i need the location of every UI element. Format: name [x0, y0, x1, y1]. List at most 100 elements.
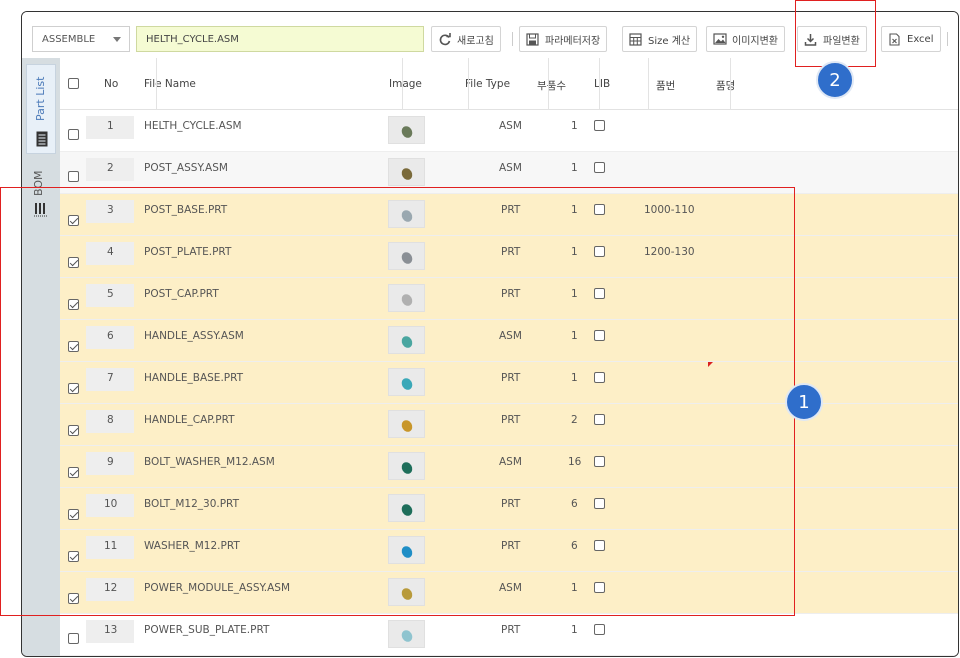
table-row[interactable]: 2 POST_ASSY.ASM ASM 1	[60, 152, 958, 194]
part-list-grid: No File Name Image File Type 부품수 LIB 품번 …	[60, 58, 958, 656]
column-divider	[156, 58, 157, 110]
row-checkbox[interactable]	[68, 633, 79, 644]
row-number: 4	[107, 246, 114, 258]
table-row[interactable]: 6 HANDLE_ASSY.ASM ASM 1	[60, 320, 958, 362]
image-convert-button[interactable]: 이미지변환	[706, 26, 785, 52]
bom-icon	[34, 202, 48, 221]
row-checkbox[interactable]	[68, 467, 79, 478]
excel-button[interactable]: Excel	[881, 26, 941, 52]
type-select[interactable]: ASSEMBLE	[32, 26, 130, 52]
lib-checkbox[interactable]	[594, 120, 605, 131]
table-row[interactable]: 1 HELTH_CYCLE.ASM ASM 1	[60, 110, 958, 152]
table-row[interactable]: 8 HANDLE_CAP.PRT PRT 2	[60, 404, 958, 446]
lib-checkbox[interactable]	[594, 624, 605, 635]
file-type: ASM	[499, 582, 522, 594]
tab-part-list-label: Part List	[34, 76, 47, 121]
part-thumbnail-image[interactable]	[388, 116, 425, 144]
row-checkbox[interactable]	[68, 509, 79, 520]
file-name: WASHER_M12.PRT	[144, 540, 240, 552]
part-thumbnail-image[interactable]	[388, 536, 425, 564]
file-type: ASM	[499, 162, 522, 174]
lib-checkbox[interactable]	[594, 246, 605, 257]
file-name: POST_BASE.PRT	[144, 204, 228, 216]
row-checkbox[interactable]	[68, 593, 79, 604]
lib-checkbox[interactable]	[594, 372, 605, 383]
table-row[interactable]: 3 POST_BASE.PRT PRT 1 1000-110	[60, 194, 958, 236]
part-thumbnail-image[interactable]	[388, 410, 425, 438]
lib-checkbox[interactable]	[594, 288, 605, 299]
col-image[interactable]: Image	[389, 78, 422, 90]
size-calc-button[interactable]: Size 계산	[622, 26, 698, 52]
table-row[interactable]: 12 POWER_MODULE_ASSY.ASM ASM 1	[60, 572, 958, 614]
col-lib[interactable]: LIB	[594, 78, 610, 90]
row-checkbox[interactable]	[68, 257, 79, 268]
part-thumbnail-image[interactable]	[388, 158, 425, 186]
select-all-checkbox[interactable]	[68, 78, 79, 89]
lib-checkbox[interactable]	[594, 414, 605, 425]
table-row[interactable]: 10 BOLT_M12_30.PRT PRT 6	[60, 488, 958, 530]
lib-checkbox[interactable]	[594, 330, 605, 341]
row-checkbox[interactable]	[68, 129, 79, 140]
table-row[interactable]: 4 POST_PLATE.PRT PRT 1 1200-130	[60, 236, 958, 278]
col-part-no[interactable]: 품번	[656, 78, 675, 93]
table-row[interactable]: 7 HANDLE_BASE.PRT PRT 1	[60, 362, 958, 404]
row-number: 13	[104, 624, 118, 636]
row-checkbox[interactable]	[68, 551, 79, 562]
row-number: 5	[107, 288, 114, 300]
save-params-button[interactable]: 파라메터저장	[519, 26, 608, 52]
col-part-name[interactable]: 품명	[716, 78, 735, 93]
row-checkbox[interactable]	[68, 215, 79, 226]
row-checkbox[interactable]	[68, 171, 79, 182]
table-row[interactable]: 5 POST_CAP.PRT PRT 1	[60, 278, 958, 320]
col-no[interactable]: No	[104, 78, 118, 90]
file-type: PRT	[501, 372, 521, 384]
table-row[interactable]: 9 BOLT_WASHER_M12.ASM ASM 16	[60, 446, 958, 488]
image-convert-label: 이미지변환	[732, 35, 778, 47]
file-name: POST_CAP.PRT	[144, 288, 219, 300]
lib-checkbox[interactable]	[594, 204, 605, 215]
col-qty[interactable]: 부품수	[537, 78, 566, 93]
part-thumbnail-image[interactable]	[388, 494, 425, 522]
file-type: PRT	[501, 540, 521, 552]
lib-checkbox[interactable]	[594, 162, 605, 173]
part-thumbnail-image[interactable]	[388, 242, 425, 270]
row-checkbox[interactable]	[68, 383, 79, 394]
part-count: 1	[571, 624, 578, 636]
part-thumbnail-image[interactable]	[388, 326, 425, 354]
part-count: 1	[571, 582, 578, 594]
part-thumbnail-image[interactable]	[388, 620, 425, 648]
part-thumbnail-image[interactable]	[388, 368, 425, 396]
row-number: 10	[104, 498, 118, 510]
file-type: PRT	[501, 288, 521, 300]
tab-bom[interactable]: BOM	[26, 162, 56, 232]
column-divider	[648, 58, 649, 110]
lib-checkbox[interactable]	[594, 456, 605, 467]
table-row[interactable]: 13 POWER_SUB_PLATE.PRT PRT 1	[60, 614, 958, 656]
part-thumbnail-image[interactable]	[388, 578, 425, 606]
part-thumbnail-image[interactable]	[388, 200, 425, 228]
tab-part-list[interactable]: Part List	[26, 64, 56, 154]
refresh-button[interactable]: 새로고침	[431, 26, 501, 52]
lib-checkbox[interactable]	[594, 540, 605, 551]
row-checkbox[interactable]	[68, 425, 79, 436]
part-count: 1	[571, 120, 578, 132]
column-divider	[468, 58, 469, 110]
refresh-label: 새로고침	[457, 35, 494, 47]
part-count: 6	[571, 540, 578, 552]
filename-input[interactable]	[136, 26, 424, 52]
refresh-icon	[438, 32, 452, 46]
col-file-type[interactable]: File Type	[465, 78, 510, 90]
table-row[interactable]: 11 WASHER_M12.PRT PRT 6	[60, 530, 958, 572]
file-convert-button[interactable]: 파일변환	[797, 26, 867, 52]
lib-checkbox[interactable]	[594, 498, 605, 509]
part-thumbnail-image[interactable]	[388, 452, 425, 480]
row-checkbox[interactable]	[68, 299, 79, 310]
lib-checkbox[interactable]	[594, 582, 605, 593]
side-tab-bar: Part List BOM	[22, 58, 60, 656]
toolbar-divider	[512, 32, 513, 46]
part-count: 6	[571, 498, 578, 510]
part-thumbnail-image[interactable]	[388, 284, 425, 312]
col-file-name[interactable]: File Name	[144, 78, 196, 90]
row-checkbox[interactable]	[68, 341, 79, 352]
row-number: 12	[104, 582, 118, 594]
